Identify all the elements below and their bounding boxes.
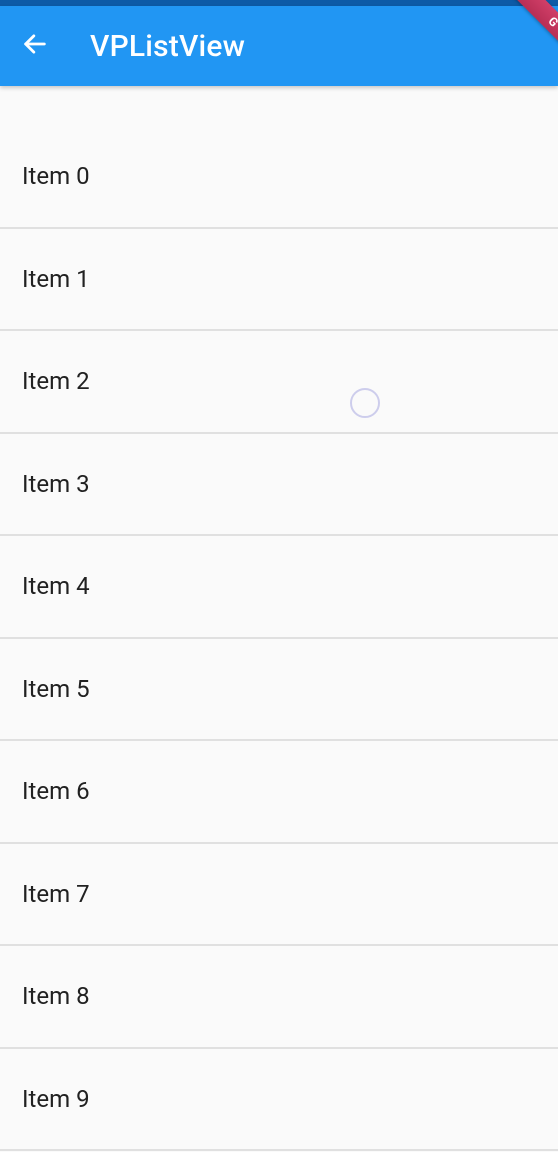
list-item-label: Item 1 (22, 265, 90, 293)
list-item[interactable]: Item 6 (0, 741, 558, 844)
list-item[interactable]: Item 3 (0, 434, 558, 537)
list-item-label: Item 6 (22, 777, 90, 805)
list-view[interactable]: Item 0 Item 1 Item 2 Item 3 Item 4 Item … (0, 86, 558, 1151)
list-item[interactable]: Item 0 (0, 126, 558, 229)
list-item-label: Item 7 (22, 880, 90, 908)
list-item[interactable]: Item 1 (0, 229, 558, 332)
app-bar: VPListView (0, 6, 558, 86)
back-button[interactable] (20, 31, 50, 61)
list-item[interactable]: Item 8 (0, 946, 558, 1049)
list-item[interactable]: Item 5 (0, 639, 558, 742)
list-item-label: Item 3 (22, 470, 90, 498)
list-item[interactable]: Item 4 (0, 536, 558, 639)
page-title: VPListView (90, 29, 245, 64)
list-item-label: Item 5 (22, 675, 90, 703)
list-item-label: Item 2 (22, 367, 90, 395)
list-item-label: Item 9 (22, 1085, 90, 1113)
list-item-label: Item 8 (22, 982, 90, 1010)
debug-banner-label: G (546, 14, 558, 30)
list-item-label: Item 0 (22, 162, 90, 190)
list-item[interactable]: Item 7 (0, 844, 558, 947)
list-item-label: Item 4 (22, 572, 90, 600)
list-item[interactable]: Item 2 (0, 331, 558, 434)
arrow-left-icon (21, 30, 49, 62)
list-item[interactable]: Item 9 (0, 1049, 558, 1152)
